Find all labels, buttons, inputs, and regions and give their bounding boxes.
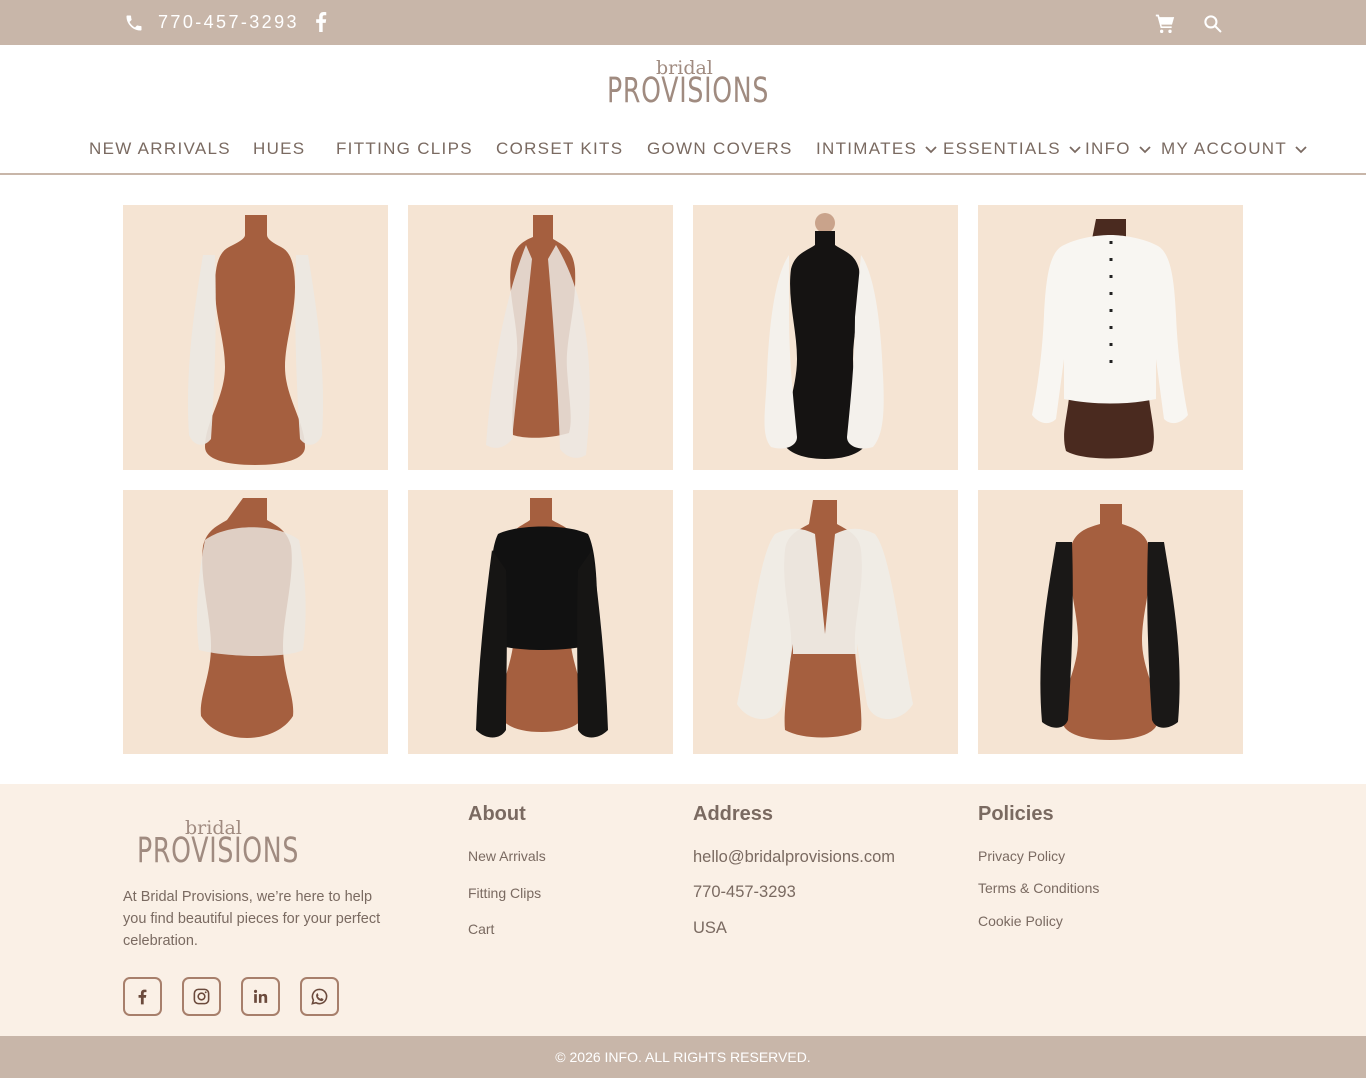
cart-icon[interactable] bbox=[1155, 13, 1175, 33]
nav-label: FITTING CLIPS bbox=[336, 139, 473, 158]
chevron-down-icon bbox=[1295, 145, 1307, 153]
social-facebook[interactable] bbox=[123, 977, 162, 1016]
product-card[interactable] bbox=[408, 205, 673, 470]
footer-phone[interactable]: 770-457-3293 bbox=[693, 883, 796, 902]
linkedin-icon bbox=[253, 989, 268, 1003]
product-card[interactable] bbox=[408, 490, 673, 754]
copyright-bar: © 2026 INFO. ALL RIGHTS RESERVED. bbox=[0, 1036, 1366, 1078]
nav-label: INTIMATES bbox=[816, 139, 918, 158]
product-image bbox=[197, 498, 306, 738]
product-image bbox=[476, 498, 608, 738]
product-card[interactable] bbox=[693, 205, 958, 470]
footer-logo[interactable]: bridal PROVISIONS bbox=[132, 817, 298, 873]
product-image bbox=[737, 500, 913, 738]
product-image bbox=[187, 215, 324, 465]
facebook-icon bbox=[138, 989, 147, 1005]
footer-link-fitting-clips[interactable]: Fitting Clips bbox=[468, 885, 541, 901]
nav-essentials[interactable]: ESSENTIALS bbox=[943, 139, 1081, 159]
footer-link-cart[interactable]: Cart bbox=[468, 921, 494, 937]
nav-intimates[interactable]: INTIMATES bbox=[816, 139, 937, 159]
nav-new-arrivals[interactable]: NEW ARRIVALS bbox=[89, 139, 231, 159]
footer-email[interactable]: hello@bridalprovisions.com bbox=[693, 848, 895, 867]
product-card[interactable] bbox=[123, 205, 388, 470]
search-icon[interactable] bbox=[1203, 14, 1222, 33]
brand-logo[interactable]: bridal PROVISIONS bbox=[600, 57, 768, 113]
product-card[interactable] bbox=[978, 205, 1243, 470]
product-image bbox=[764, 213, 884, 459]
footer-link-privacy-policy[interactable]: Privacy Policy bbox=[978, 848, 1065, 864]
phone-icon[interactable] bbox=[124, 13, 144, 33]
nav-label: ESSENTIALS bbox=[943, 139, 1061, 158]
nav-info[interactable]: INFO bbox=[1085, 139, 1151, 159]
footer-heading-about: About bbox=[468, 803, 526, 825]
product-card[interactable] bbox=[123, 490, 388, 754]
top-bar: 770-457-3293 bbox=[0, 0, 1366, 45]
logo-line-2: PROVISIONS bbox=[607, 71, 770, 111]
product-card[interactable] bbox=[693, 490, 958, 754]
logo-line-2: PROVISIONS bbox=[137, 831, 300, 871]
nav-gown-covers[interactable]: GOWN COVERS bbox=[647, 139, 793, 159]
social-whatsapp[interactable] bbox=[300, 977, 339, 1016]
footer-description: At Bridal Provisions, we’re here to help… bbox=[123, 889, 381, 949]
main-nav: NEW ARRIVALS HUES FITTING CLIPS CORSET K… bbox=[0, 136, 1366, 162]
social-linkedin[interactable] bbox=[241, 977, 280, 1016]
chevron-down-icon bbox=[1139, 145, 1151, 153]
nav-divider bbox=[0, 173, 1366, 175]
product-image bbox=[1032, 219, 1188, 459]
product-card[interactable] bbox=[978, 490, 1243, 754]
facebook-icon[interactable] bbox=[314, 12, 328, 32]
nav-fitting-clips[interactable]: FITTING CLIPS bbox=[336, 139, 473, 159]
footer-country: USA bbox=[693, 919, 727, 937]
footer-link-terms[interactable]: Terms & Conditions bbox=[978, 880, 1099, 896]
nav-label: MY ACCOUNT bbox=[1161, 139, 1288, 158]
social-instagram[interactable] bbox=[182, 977, 221, 1016]
nav-corset-kits[interactable]: CORSET KITS bbox=[496, 139, 623, 159]
nav-hues[interactable]: HUES bbox=[253, 139, 305, 159]
footer-heading-policies: Policies bbox=[978, 803, 1054, 825]
product-image bbox=[1040, 504, 1180, 740]
product-grid bbox=[123, 205, 1243, 754]
nav-label: NEW ARRIVALS bbox=[89, 139, 231, 158]
whatsapp-icon bbox=[311, 988, 328, 1005]
chevron-down-icon bbox=[1069, 145, 1081, 153]
copyright-text: © 2026 INFO. ALL RIGHTS RESERVED. bbox=[555, 1049, 811, 1065]
nav-label: INFO bbox=[1085, 139, 1131, 158]
nav-label: GOWN COVERS bbox=[647, 139, 793, 158]
nav-my-account[interactable]: MY ACCOUNT bbox=[1161, 139, 1307, 159]
instagram-icon bbox=[193, 988, 210, 1005]
footer-link-new-arrivals[interactable]: New Arrivals bbox=[468, 848, 546, 864]
nav-label: CORSET KITS bbox=[496, 139, 624, 158]
footer-heading-address: Address bbox=[693, 803, 774, 825]
nav-label: HUES bbox=[253, 139, 306, 158]
product-image bbox=[486, 215, 590, 458]
chevron-down-icon bbox=[925, 145, 937, 153]
phone-number[interactable]: 770-457-3293 bbox=[158, 12, 299, 33]
footer-link-cookie-policy[interactable]: Cookie Policy bbox=[978, 913, 1063, 929]
